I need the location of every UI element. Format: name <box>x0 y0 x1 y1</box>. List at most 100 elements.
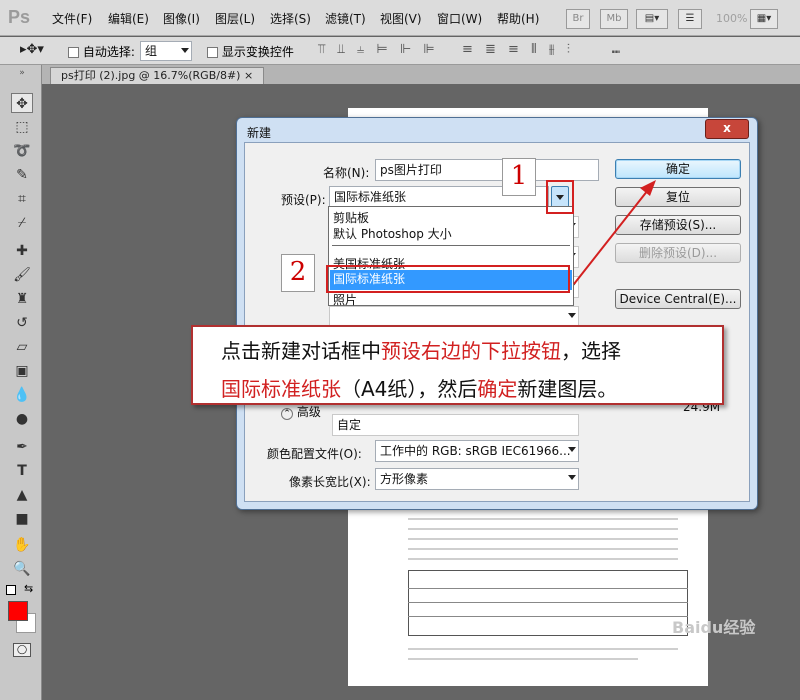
device-central-button[interactable]: Device Central(E)... <box>615 289 741 309</box>
watermark: Baidu经验 <box>672 618 756 637</box>
quick-mask-icon[interactable]: ◯ <box>13 643 31 657</box>
bridge-button[interactable]: Br <box>566 9 590 29</box>
lasso-tool-icon[interactable]: ➰ <box>11 141 33 161</box>
preset-label: 预设(P): <box>281 193 326 207</box>
preset-option-clipboard[interactable]: 剪贴板 <box>333 209 369 226</box>
zoom-level[interactable]: 100% <box>716 12 747 25</box>
history-brush-tool-icon[interactable]: ↺ <box>11 313 33 333</box>
view-extras-icon[interactable]: ▤▾ <box>636 9 668 29</box>
chevron-down-icon <box>181 48 189 53</box>
gradient-tool-icon[interactable]: ▣ <box>11 361 33 381</box>
chevron-down-icon <box>568 447 576 452</box>
clone-stamp-tool-icon[interactable]: ♜ <box>11 289 33 309</box>
dropdown-divider <box>332 245 570 246</box>
name-input[interactable]: ps图片打印 <box>375 159 599 181</box>
show-transform-checkbox[interactable] <box>207 47 218 58</box>
callout-text: （A4纸） <box>341 377 418 401</box>
photoshop-logo: Ps <box>8 7 31 27</box>
callout-text: 点击新建对话框中 <box>221 339 381 363</box>
auto-select-option[interactable]: 自动选择: <box>68 43 135 60</box>
close-icon[interactable]: × <box>244 69 253 82</box>
pixel-aspect-value: 方形像素 <box>380 472 429 486</box>
collapse-icon[interactable]: » <box>11 67 33 79</box>
pixel-aspect-label: 像素长宽比(X): <box>289 475 371 489</box>
document-tab-bar: ps打印 (2).jpg @ 16.7%(RGB/8#) × <box>42 65 800 85</box>
dialog-title: 新建 <box>247 126 272 140</box>
ok-button[interactable]: 确定 <box>615 159 741 179</box>
auto-select-checkbox[interactable] <box>68 47 79 58</box>
menu-image[interactable]: 图像(I) <box>163 10 200 27</box>
name-label: 名称(N): <box>323 166 370 180</box>
menu-layer[interactable]: 图层(L) <box>215 10 255 27</box>
color-profile-select[interactable]: 工作中的 RGB: sRGB IEC61966... <box>375 440 579 462</box>
swap-colors-icon[interactable]: ⇆ <box>24 582 33 595</box>
auto-select-group-dropdown[interactable]: 组 <box>140 41 192 61</box>
crop-tool-icon[interactable]: ⌗ <box>11 189 33 209</box>
group-value: 组 <box>145 44 158 58</box>
marquee-tool-icon[interactable]: ⬚ <box>11 117 33 137</box>
highlight-international-paper <box>326 265 570 293</box>
callout-line-1: 点击新建对话框中预设右边的下拉按钮，选择 <box>221 335 621 364</box>
path-selection-tool-icon[interactable]: ▲ <box>11 485 33 505</box>
healing-brush-tool-icon[interactable]: ✚ <box>11 241 33 261</box>
move-tool-icon[interactable]: ✥ <box>11 93 33 113</box>
foreground-color-swatch[interactable] <box>8 601 28 621</box>
menu-file[interactable]: 文件(F) <box>52 10 92 27</box>
eyedropper-tool-icon[interactable]: ⌿ <box>11 213 33 233</box>
step-marker-2: 2 <box>281 254 315 292</box>
callout-highlight-text: 预设右边的下拉按钮 <box>381 339 561 363</box>
reset-button[interactable]: 复位 <box>615 187 741 207</box>
mini-bridge-button[interactable]: Mb <box>600 9 628 29</box>
collapse-icon[interactable]: ⌃ <box>281 408 293 420</box>
move-tool-icon[interactable]: ▸✥▾ <box>20 42 44 57</box>
callout-line-2: 国际标准纸张（A4纸），然后确定新建图层。 <box>221 373 617 402</box>
distribute-icons[interactable]: ≡ ≣ ≡ ⫴ ⫵ ⫶ <box>462 42 574 57</box>
custom-field[interactable]: 自定 <box>332 414 579 436</box>
brush-tool-icon[interactable]: 🖌 <box>11 265 33 285</box>
menu-edit[interactable]: 编辑(E) <box>108 10 149 27</box>
menu-select[interactable]: 选择(S) <box>270 10 311 27</box>
document-table <box>408 570 688 636</box>
auto-align-icon[interactable]: ⑉ <box>612 42 620 57</box>
dialog-close-button[interactable]: x <box>705 119 749 139</box>
options-bar: ▸✥▾ 自动选择: 组 显示变换控件 ⫪ ⫫ ⫨ ⊨ ⊩ ⊫ ≡ ≣ ≡ ⫴ ⫵… <box>0 37 800 65</box>
delete-preset-button: 删除预设(D)... <box>615 243 741 263</box>
document-tab[interactable]: ps打印 (2).jpg @ 16.7%(RGB/8#) × <box>50 67 265 85</box>
menu-bar: Ps 文件(F) 编辑(E) 图像(I) 图层(L) 选择(S) 滤镜(T) 视… <box>0 0 800 36</box>
callout-highlight-text: 国际标准纸张 <box>221 377 341 401</box>
callout-text: ，选择 <box>561 339 621 363</box>
blur-tool-icon[interactable]: 💧 <box>11 385 33 405</box>
instruction-callout: 点击新建对话框中预设右边的下拉按钮，选择 国际标准纸张（A4纸），然后确定新建图… <box>191 325 724 405</box>
show-transform-label: 显示变换控件 <box>221 45 294 59</box>
preset-option-photo[interactable]: 照片 <box>333 291 357 308</box>
tools-panel: » ✥ ⬚ ➰ ✎ ⌗ ⌿ ✚ 🖌 ♜ ↺ ▱ ▣ 💧 ● ✒ T ▲ ■ ✋ … <box>0 65 42 700</box>
zoom-tool-icon[interactable]: 🔍 <box>11 559 33 579</box>
new-document-dialog: 新建 x 名称(N): ps图片打印 预设(P): 国际标准纸张 ⌃ 高级 24… <box>236 117 758 510</box>
color-profile-label: 颜色配置文件(O): <box>267 447 362 461</box>
preset-option-default[interactable]: 默认 Photoshop 大小 <box>333 225 452 242</box>
hand-zoom-icon[interactable]: ☰ <box>678 9 702 29</box>
save-preset-button[interactable]: 存储预设(S)... <box>615 215 741 235</box>
advanced-label: 高级 <box>296 405 321 419</box>
highlight-dropdown-button <box>546 180 574 214</box>
pixel-aspect-select[interactable]: 方形像素 <box>375 468 579 490</box>
eraser-tool-icon[interactable]: ▱ <box>11 337 33 357</box>
dodge-tool-icon[interactable]: ● <box>11 409 33 429</box>
show-transform-option[interactable]: 显示变换控件 <box>207 43 294 60</box>
callout-text: 新建图层。 <box>517 377 618 401</box>
menu-help[interactable]: 帮助(H) <box>497 10 539 27</box>
menu-view[interactable]: 视图(V) <box>380 10 422 27</box>
chevron-down-icon <box>568 313 576 318</box>
hand-tool-icon[interactable]: ✋ <box>11 535 33 555</box>
menu-window[interactable]: 窗口(W) <box>437 10 482 27</box>
type-tool-icon[interactable]: T <box>11 461 33 481</box>
align-icons[interactable]: ⫪ ⫫ ⫨ ⊨ ⊩ ⊫ <box>318 42 439 57</box>
default-colors-icon[interactable] <box>6 585 16 595</box>
callout-text: ，然后 <box>417 377 478 401</box>
rectangle-tool-icon[interactable]: ■ <box>11 509 33 529</box>
quick-select-tool-icon[interactable]: ✎ <box>11 165 33 185</box>
arrange-documents-icon[interactable]: ▦▾ <box>750 9 778 29</box>
pen-tool-icon[interactable]: ✒ <box>11 437 33 457</box>
advanced-toggle[interactable]: ⌃ 高级 <box>281 403 321 420</box>
menu-filter[interactable]: 滤镜(T) <box>325 10 366 27</box>
